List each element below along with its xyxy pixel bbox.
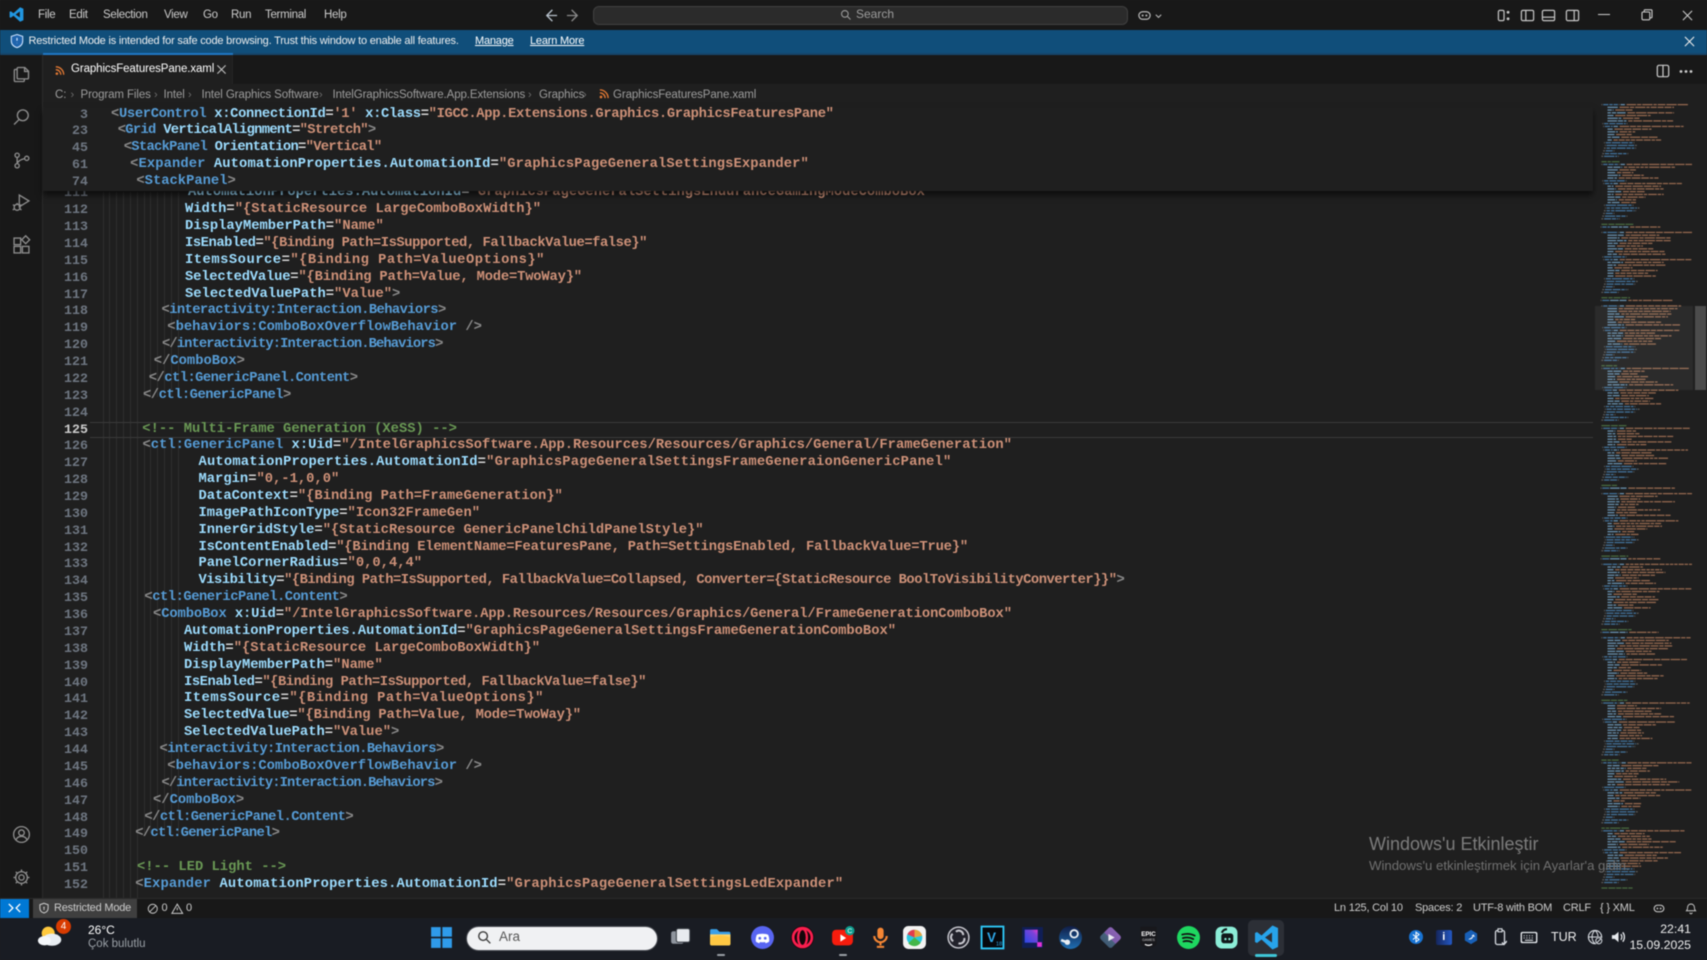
svg-text:EPIC: EPIC bbox=[1141, 931, 1156, 938]
svg-text:18: 18 bbox=[996, 941, 1002, 947]
svg-text:V: V bbox=[987, 930, 996, 945]
svg-text:C: C bbox=[847, 928, 852, 935]
svg-text:GAMES: GAMES bbox=[1142, 938, 1155, 942]
